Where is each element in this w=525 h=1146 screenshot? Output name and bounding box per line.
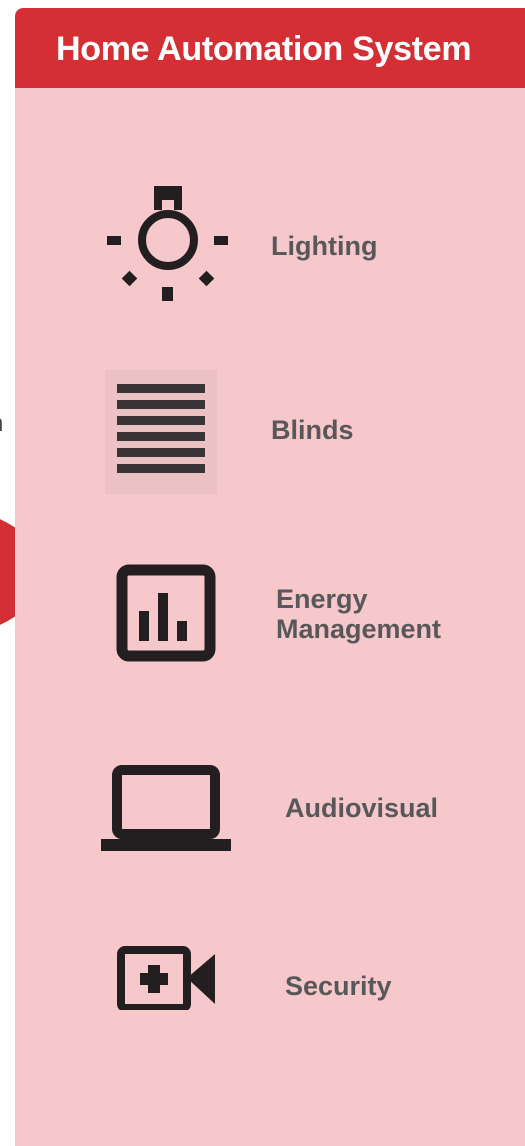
light-bulb-icon (107, 186, 228, 301)
home-automation-panel: Home Automation System Lighting Blinds E… (15, 8, 525, 1146)
blinds-icon (105, 370, 217, 494)
blinds-label: Blinds (271, 415, 354, 445)
panel-header: Home Automation System (15, 8, 525, 88)
cropped-left-text: n ‘ (0, 412, 6, 460)
diagram-canvas: n ‘ Home Automation System Lighting (0, 0, 525, 1146)
cropped-text-bottom: ‘ (0, 436, 6, 460)
security-camera-icon (117, 946, 215, 1010)
audiovisual-label: Audiovisual (285, 793, 439, 823)
lighting-label: Lighting (271, 231, 378, 261)
panel-title: Home Automation System (56, 30, 472, 68)
energy-chart-icon (116, 564, 216, 662)
laptop-icon (101, 765, 231, 851)
security-label: Security (285, 971, 392, 1001)
cropped-text-top: n (0, 412, 6, 436)
energy-management-label: Energy Management (276, 584, 442, 644)
